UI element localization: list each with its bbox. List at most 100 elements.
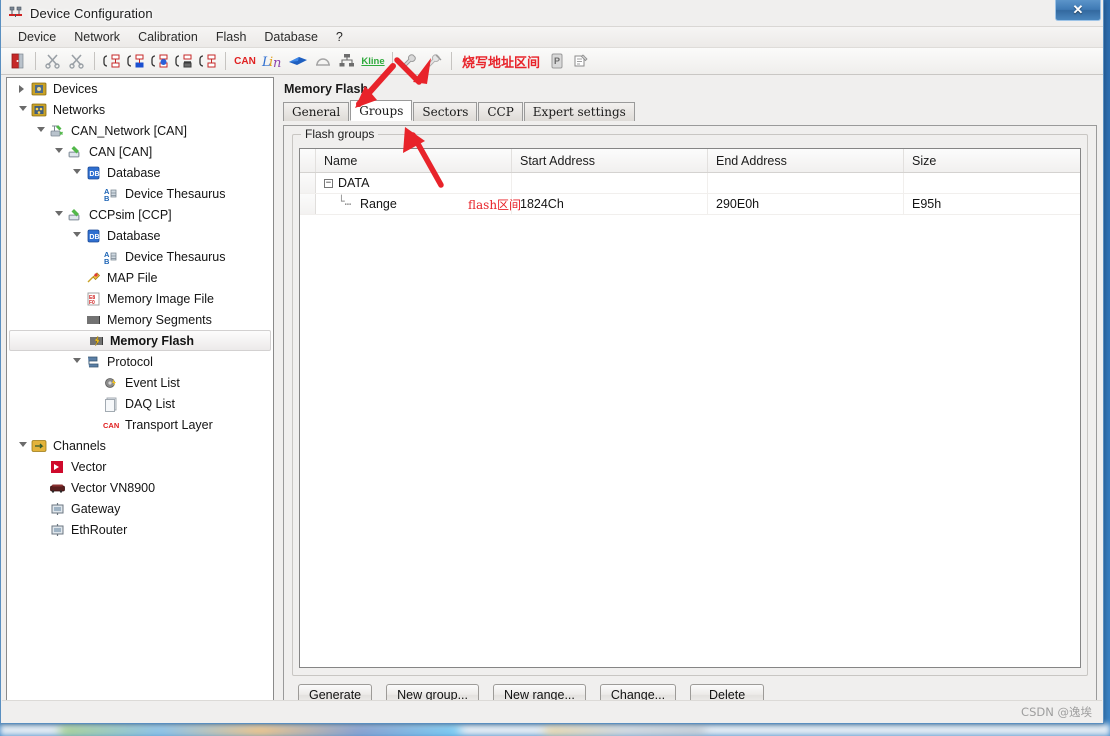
tab-sectors[interactable]: Sectors [413,102,478,121]
tree-item-vector[interactable]: Vector [7,456,273,477]
tree-item-transport-layer[interactable]: CAN Transport Layer [7,414,273,435]
settings-wrench-off-icon[interactable] [423,50,445,72]
svg-text:F0: F0 [89,300,95,306]
tree-item-devices[interactable]: Devices [7,78,273,99]
tree-item-ccpsim-ccp[interactable]: CCPsim [CCP] [7,204,273,225]
toolbar-separator [392,52,393,70]
menu-device[interactable]: Device [9,28,65,46]
chevron-down-icon[interactable] [69,354,85,370]
tree-item-memory-image-file[interactable]: E8 F0 Memory Image File [7,288,273,309]
copy-device-icon[interactable] [66,50,88,72]
cut-device-icon[interactable] [42,50,64,72]
chevron-down-icon[interactable] [69,228,85,244]
groups-tab-panel: Flash groups Name Start Address End Addr… [283,125,1097,717]
tree-item-device-thesaurus[interactable]: A B Device Thesaurus [7,183,273,204]
tree-item-event-list[interactable]: Event List [7,372,273,393]
tab-groups[interactable]: Groups [350,100,413,121]
tree-item-can-can[interactable]: CAN [CAN] [7,141,273,162]
flash-groups-grid[interactable]: Name Start Address End Address Size − DA… [299,148,1081,668]
tree-item-memory-flash[interactable]: Memory Flash [9,330,271,351]
tree-item-database[interactable]: DB Database [7,162,273,183]
assign-channel-icon[interactable] [570,50,592,72]
tree-item-protocol[interactable]: Protocol [7,351,273,372]
lin-icon[interactable]: L i n [260,50,284,72]
menu-network[interactable]: Network [65,28,129,46]
exit-icon[interactable] [7,50,29,72]
daq-list-icon [103,396,120,412]
add-network-node-icon[interactable] [149,50,171,72]
collapse-icon[interactable]: − [324,178,333,188]
chevron-down-icon[interactable] [69,165,85,181]
status-bar: CSDN @逸埃 [2,700,1102,722]
chevron-down-icon[interactable] [51,144,67,160]
vector-logo-icon [49,459,66,475]
thesaurus-icon: AB [103,249,120,266]
tab-expert-settings[interactable]: Expert settings [523,102,635,121]
tree-item-daq-list[interactable]: DAQ List [7,393,273,414]
svg-text:n: n [273,56,281,70]
toolbar: CAN L i n Kline 烧写地址区间 P [1,48,1103,75]
tree-item-networks[interactable]: Networks [7,99,273,120]
grid-header-name[interactable]: Name [316,149,512,172]
ethernet-icon[interactable] [336,50,358,72]
tree-item-label: Device Thesaurus [125,186,226,201]
table-row[interactable]: └… Range 1824Ch flash区间 290E0h E95h [300,194,1080,215]
add-network-red-icon[interactable] [197,50,219,72]
configuration-tree[interactable]: Devices Networks CAN_Network [CAN] CAN [CAN… [6,77,274,708]
gateway-icon [49,501,66,517]
menu-flash[interactable]: Flash [207,28,256,46]
tree-item-can-network-can[interactable]: CAN_Network [CAN] [7,120,273,141]
detail-pane: Memory Flash General Groups Sectors CCP Expe… [279,77,1098,723]
chevron-down-icon[interactable] [15,102,31,118]
group-end-address-cell [708,173,904,193]
range-start-address-cell: 1824Ch flash区间 [468,194,708,214]
settings-wrench-icon[interactable] [399,50,421,72]
tree-item-label: Device Thesaurus [125,249,226,264]
chevron-down-icon[interactable] [33,123,49,139]
taskbar-icon-group [60,726,460,736]
chevron-down-icon[interactable] [15,438,31,454]
tab-ccp[interactable]: CCP [478,102,523,121]
chevron-down-icon[interactable] [51,207,67,223]
svg-text:B: B [104,257,110,265]
tree-item-ethrouter[interactable]: EthRouter [7,519,273,540]
tree-item-vector-vn8900[interactable]: Vector VN8900 [7,477,273,498]
grid-header-size[interactable]: Size [904,149,1080,172]
group-name-cell[interactable]: − DATA [316,173,512,193]
menu-calibration[interactable]: Calibration [129,28,207,46]
tree-item-label: Networks [53,102,106,117]
tree-item-database[interactable]: DB Database [7,225,273,246]
kline-icon[interactable]: Kline [360,50,386,72]
device-configuration-window: Device Configuration ✕ Device Network Ca… [0,0,1104,724]
menu-help[interactable]: ? [327,28,352,46]
can-icon[interactable]: CAN [232,50,258,72]
p-database-icon[interactable]: P [546,50,568,72]
tree-item-label: Vector [71,459,107,474]
chevron-right-icon[interactable] [15,81,31,97]
tree-item-channels[interactable]: Channels [7,435,273,456]
tab-strip: General Groups Sectors CCP Expert settings [279,100,1098,121]
grid-header-end-address[interactable]: End Address [708,149,904,172]
tab-general[interactable]: General [283,102,350,121]
delete-network-icon[interactable] [173,50,195,72]
grid-header-start-address[interactable]: Start Address [512,149,708,172]
tree-item-label: Database [107,165,161,180]
tree-item-device-thesaurus[interactable]: A B Device Thesaurus [7,246,273,267]
tree-item-gateway[interactable]: Gateway [7,498,273,519]
can-node-icon [67,144,84,160]
add-network-blue-icon[interactable] [125,50,147,72]
tree-item-map-file[interactable]: MAP File [7,267,273,288]
add-network-icon[interactable] [101,50,123,72]
table-row[interactable]: − DATA [300,173,1080,194]
tree-item-label: Vector VN8900 [71,480,156,495]
most-icon[interactable] [312,50,334,72]
tree-item-memory-segments[interactable]: Memory Segments [7,309,273,330]
close-button[interactable]: ✕ [1055,0,1101,21]
flexray-icon[interactable] [286,50,310,72]
menu-database[interactable]: Database [255,28,327,46]
